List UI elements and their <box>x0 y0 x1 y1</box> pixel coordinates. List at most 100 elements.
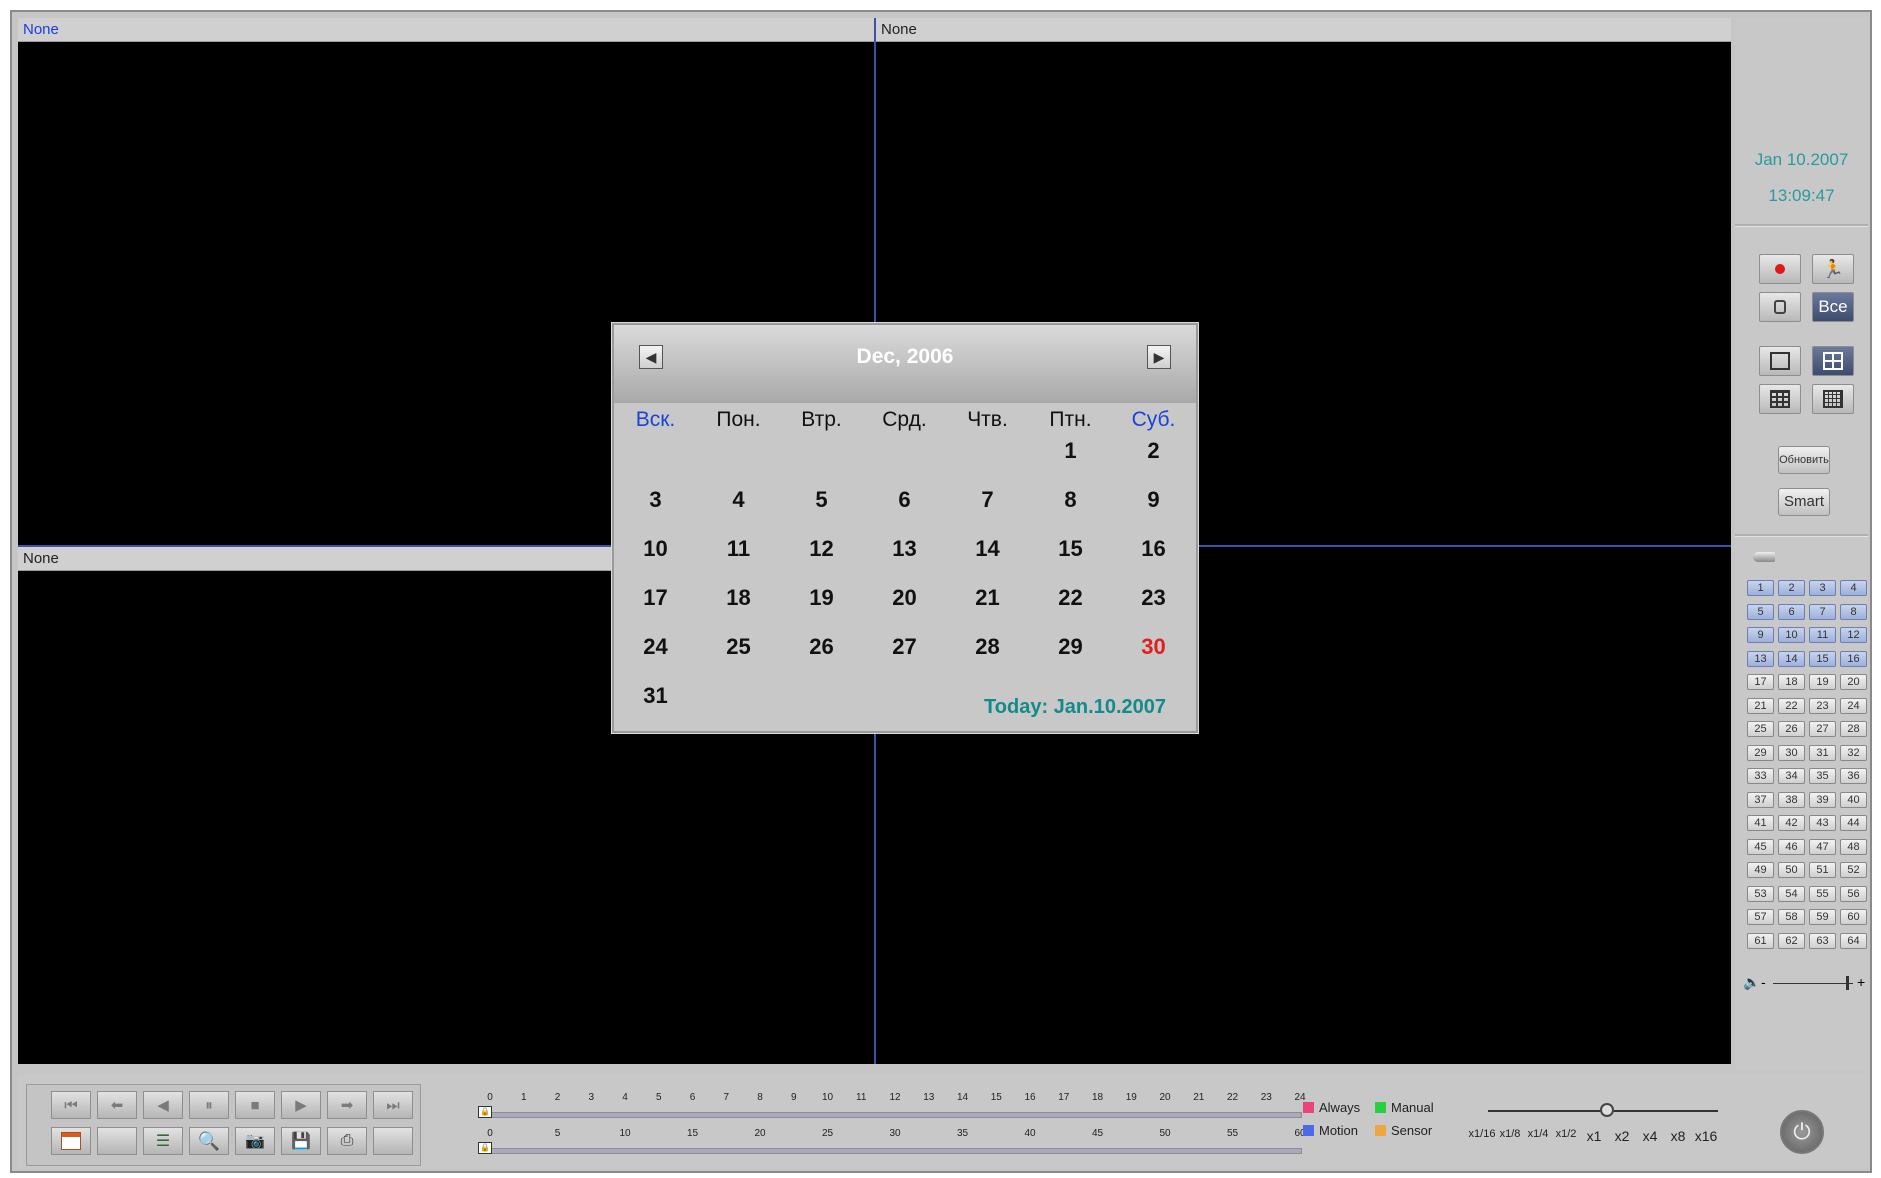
channel-button[interactable]: 54 <box>1778 885 1805 902</box>
calendar-day[interactable]: 17 <box>614 584 697 633</box>
record-button[interactable] <box>1759 254 1801 284</box>
channel-button[interactable]: 38 <box>1778 791 1805 808</box>
layout-4-button[interactable] <box>1812 346 1854 376</box>
channel-button[interactable]: 6 <box>1778 603 1805 620</box>
volume-slider-handle[interactable] <box>1846 976 1849 990</box>
channel-button[interactable]: 7 <box>1809 603 1836 620</box>
channel-button[interactable]: 45 <box>1747 838 1774 855</box>
save-button[interactable]: 💾 <box>281 1127 321 1155</box>
channel-button[interactable]: 13 <box>1747 650 1774 667</box>
channel-button[interactable]: 31 <box>1809 744 1836 761</box>
channel-button[interactable]: 50 <box>1778 862 1805 878</box>
channel-button[interactable]: 49 <box>1747 862 1774 878</box>
calendar-day[interactable]: 18 <box>697 584 780 633</box>
calendar-day[interactable]: 1 <box>1029 437 1112 486</box>
blank-button[interactable] <box>373 1127 413 1155</box>
rewind-button[interactable]: ⬅ <box>97 1091 137 1119</box>
calendar-day[interactable]: 29 <box>1029 633 1112 682</box>
calendar-day[interactable]: 2 <box>1112 437 1195 486</box>
channel-button[interactable]: 2 <box>1778 580 1805 596</box>
channel-button[interactable]: 21 <box>1747 697 1774 714</box>
channel-button[interactable]: 10 <box>1778 627 1805 643</box>
search-button[interactable]: 🔍 <box>189 1127 229 1155</box>
calendar-day[interactable]: 30 <box>1112 633 1195 682</box>
channel-button[interactable]: 26 <box>1778 721 1805 737</box>
channel-button[interactable]: 51 <box>1809 862 1836 878</box>
motion-button[interactable]: 🏃 <box>1812 254 1854 284</box>
channel-button[interactable]: 52 <box>1840 862 1867 878</box>
channel-button[interactable]: 4 <box>1840 580 1867 596</box>
channel-button[interactable]: 18 <box>1778 674 1805 690</box>
calendar-day[interactable]: 4 <box>697 486 780 535</box>
channel-button[interactable]: 19 <box>1809 674 1836 690</box>
calendar-day[interactable]: 16 <box>1112 535 1195 584</box>
channel-button[interactable]: 27 <box>1809 721 1836 737</box>
channel-button[interactable]: 57 <box>1747 909 1774 925</box>
calendar-day[interactable]: 25 <box>697 633 780 682</box>
hour-timeline-bar[interactable] <box>490 1112 1302 1118</box>
calendar-day[interactable]: 6 <box>863 486 946 535</box>
channel-button[interactable]: 34 <box>1778 768 1805 784</box>
channel-button[interactable]: 56 <box>1840 885 1867 902</box>
forward-button[interactable]: ➡ <box>327 1091 367 1119</box>
channel-button[interactable]: 17 <box>1747 674 1774 690</box>
play-button[interactable]: ▶ <box>281 1091 321 1119</box>
channel-button[interactable]: 9 <box>1747 627 1774 643</box>
calendar-day[interactable]: 5 <box>780 486 863 535</box>
channel-button[interactable]: 3 <box>1809 580 1836 596</box>
channel-button[interactable]: 16 <box>1840 650 1867 667</box>
channel-button[interactable]: 47 <box>1809 838 1836 855</box>
step-back-button[interactable]: ◀ <box>143 1091 183 1119</box>
calendar-day[interactable]: 11 <box>697 535 780 584</box>
calendar-day[interactable]: 21 <box>946 584 1029 633</box>
channel-button[interactable]: 55 <box>1809 885 1836 902</box>
channel-button[interactable]: 62 <box>1778 932 1805 949</box>
calendar-day[interactable]: 26 <box>780 633 863 682</box>
skip-start-button[interactable]: ⏮ <box>51 1091 91 1119</box>
minute-timeline-bar[interactable] <box>490 1148 1302 1154</box>
smart-button[interactable]: Smart <box>1778 488 1830 516</box>
lock-icon[interactable]: 🔒 <box>478 1106 492 1118</box>
stop-button[interactable]: ■ <box>235 1091 275 1119</box>
channel-button[interactable]: 53 <box>1747 885 1774 902</box>
channel-button[interactable]: 58 <box>1778 909 1805 925</box>
channel-button[interactable]: 24 <box>1840 697 1867 714</box>
channel-button[interactable]: 15 <box>1809 650 1836 667</box>
channel-button[interactable]: 63 <box>1809 932 1836 949</box>
channel-button[interactable]: 42 <box>1778 815 1805 831</box>
calendar-day[interactable]: 19 <box>780 584 863 633</box>
blank-button[interactable] <box>97 1127 137 1155</box>
camera-button[interactable] <box>1759 292 1801 322</box>
channel-button[interactable]: 30 <box>1778 744 1805 761</box>
calendar-day[interactable]: 8 <box>1029 486 1112 535</box>
channel-button[interactable]: 41 <box>1747 815 1774 831</box>
calendar-day[interactable]: 10 <box>614 535 697 584</box>
today-link[interactable]: Today: Jan.10.2007 <box>984 696 1166 719</box>
channel-button[interactable]: 29 <box>1747 744 1774 761</box>
channel-button[interactable]: 60 <box>1840 909 1867 925</box>
pause-button[interactable]: ⏸ <box>189 1091 229 1119</box>
channel-button[interactable]: 20 <box>1840 674 1867 690</box>
calendar-day[interactable]: 13 <box>863 535 946 584</box>
channel-button[interactable]: 11 <box>1809 627 1836 643</box>
calendar-day[interactable]: 28 <box>946 633 1029 682</box>
calendar-day[interactable]: 15 <box>1029 535 1112 584</box>
hour-timeline[interactable]: 0 1 2 3 4 5 6 7 8 9 10 11 12 13 14 15 16 17 18 19 20 21 22 23 24… <box>478 1092 1306 1122</box>
calendar-day[interactable]: 22 <box>1029 584 1112 633</box>
next-month-button[interactable]: ▶ <box>1147 345 1171 369</box>
minute-timeline[interactable]: 0 5 10 15 20 25 30 35 40 45 50 55 60 🔒 <box>478 1128 1306 1158</box>
channel-button[interactable]: 48 <box>1840 838 1867 855</box>
calendar-day[interactable]: 12 <box>780 535 863 584</box>
lock-icon[interactable]: 🔒 <box>478 1142 492 1154</box>
channel-button[interactable]: 25 <box>1747 721 1774 737</box>
channel-button[interactable]: 36 <box>1840 768 1867 784</box>
calendar-day[interactable]: 31 <box>614 682 697 731</box>
calendar-button[interactable] <box>51 1127 91 1155</box>
channel-button[interactable]: 46 <box>1778 838 1805 855</box>
layout-1-button[interactable] <box>1759 346 1801 376</box>
channel-button[interactable]: 35 <box>1809 768 1836 784</box>
channel-button[interactable]: 33 <box>1747 768 1774 784</box>
speed-slider-knob[interactable] <box>1600 1103 1614 1117</box>
calendar-day[interactable]: 20 <box>863 584 946 633</box>
channel-button[interactable]: 61 <box>1747 932 1774 949</box>
